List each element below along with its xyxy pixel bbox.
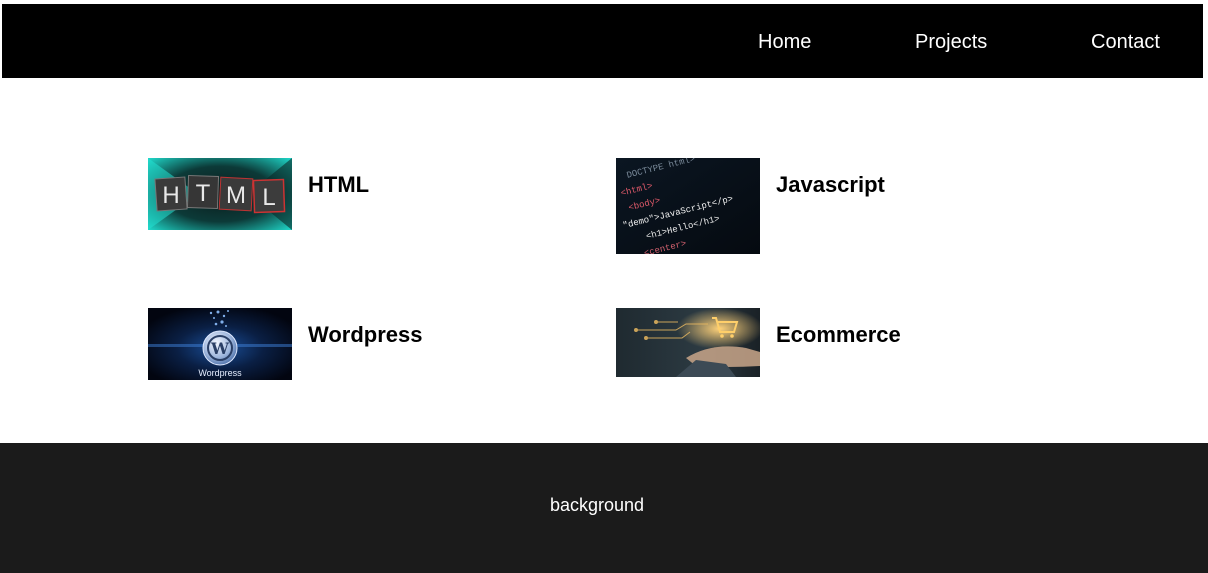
project-title-ecommerce[interactable]: Ecommerce: [776, 322, 901, 348]
shopping-cart-hand-image: [616, 308, 760, 377]
code-screen-image: DOCTYPE html> <html> <body> "demo">JavaS…: [616, 158, 760, 254]
html-letter-h: H: [162, 182, 179, 209]
html-letter-m: M: [226, 182, 246, 209]
nav-link-projects[interactable]: Projects: [915, 4, 987, 78]
wordpress-logo-image: W Wordpress: [148, 308, 292, 380]
nav-link-contact[interactable]: Contact: [1091, 4, 1160, 78]
project-title-javascript[interactable]: Javascript: [776, 172, 885, 198]
top-navbar: Home Projects Contact: [2, 4, 1203, 78]
project-card-ecommerce[interactable]: Ecommerce: [616, 308, 936, 377]
project-title-html[interactable]: HTML: [308, 172, 369, 198]
footer-text: background: [549, 495, 645, 515]
page-footer: background: [0, 443, 1208, 573]
project-title-wordpress[interactable]: Wordpress: [308, 322, 423, 348]
project-card-javascript[interactable]: DOCTYPE html> <html> <body> "demo">JavaS…: [616, 158, 936, 254]
project-card-html[interactable]: H T M L HTML: [148, 158, 448, 230]
wordpress-w-icon: W: [210, 339, 230, 358]
nav-link-home[interactable]: Home: [758, 4, 811, 78]
html-letter-t: T: [196, 180, 211, 207]
html-letter-l: L: [262, 184, 275, 211]
html-letters-image: H T M L: [148, 158, 292, 230]
project-card-wordpress[interactable]: W Wordpress Wordpress: [148, 308, 468, 380]
wordpress-caption: Wordpress: [198, 368, 242, 378]
